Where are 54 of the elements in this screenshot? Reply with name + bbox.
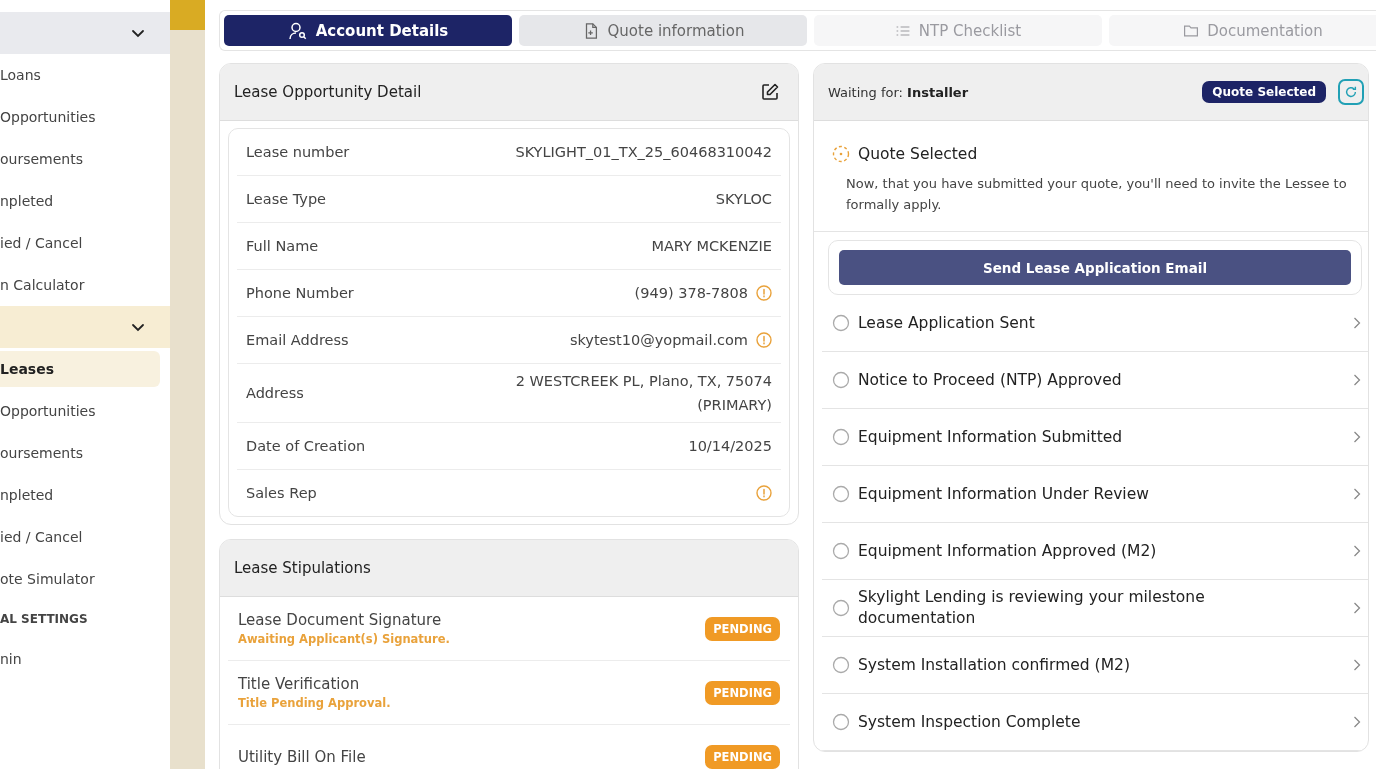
status-badge: PENDING: [705, 680, 780, 705]
sidebar-item[interactable]: Loans: [0, 54, 160, 96]
tab[interactable]: Quote information: [519, 15, 807, 46]
stipulation-note: Title Pending Approval.: [238, 696, 391, 710]
status-badge: Quote Selected: [1202, 81, 1326, 103]
field-value: (949) 378-7808: [634, 284, 748, 303]
checklist-step[interactable]: Equipment Information Under Review: [822, 466, 1368, 523]
field-label: Date of Creation: [246, 438, 366, 454]
card-title: Lease Stipulations: [234, 559, 371, 577]
status-badge: PENDING: [705, 616, 780, 641]
checklist-step[interactable]: System Inspection Complete: [822, 694, 1368, 751]
field-label: Phone Number: [246, 285, 354, 301]
sidebar-item[interactable]: ied / Cancel: [0, 222, 160, 264]
sidebar-item[interactable]: Opportunities: [0, 96, 160, 138]
waiting-text: Waiting for: Installer: [828, 84, 969, 100]
checklist-step[interactable]: Equipment Information Submitted: [822, 409, 1368, 466]
field-label: Lease number: [246, 144, 350, 160]
sidebar-item[interactable]: Opportunities: [0, 390, 160, 432]
field-label: Sales Rep: [246, 485, 317, 501]
stipulation-note: Awaiting Applicant(s) Signature.: [238, 632, 450, 646]
status-badge: PENDING: [705, 744, 780, 769]
tab[interactable]: Account Details: [224, 15, 512, 46]
field-value: 10/14/2025: [688, 437, 772, 456]
checklist-step[interactable]: Lease Application Sent: [822, 295, 1368, 352]
stipulation-title: Lease Document Signature: [238, 611, 443, 629]
step-title: Quote Selected: [858, 145, 978, 163]
checklist-step[interactable]: Skylight Lending is reviewing your milestone documentation: [822, 580, 1368, 637]
sidebar-item[interactable]: oursements: [0, 138, 160, 180]
sidebar-item[interactable]: ote Simulator: [0, 558, 160, 600]
stipulation-title: Title Verification: [238, 675, 361, 693]
checklist-step[interactable]: Notice to Proceed (NTP) Approved: [822, 352, 1368, 409]
field-value: 2 WESTCREEK PL, Plano, TX, 75074 (PRIMARY): [514, 372, 772, 415]
section-label: AL SETTINGS: [0, 611, 89, 628]
sidebar-item[interactable]: npleted: [0, 180, 160, 222]
sidebar-item[interactable]: Leases: [0, 351, 160, 387]
field-value: SKYLIGHT_01_TX_25_60468310042: [515, 143, 772, 162]
sidebar-item[interactable]: n Calculator: [0, 264, 160, 306]
sidebar-item[interactable]: nin: [0, 638, 160, 680]
card-title: Lease Opportunity Detail: [234, 83, 422, 101]
field-label: Email Address: [246, 332, 349, 348]
field-value: SKYLOC: [715, 190, 772, 209]
field-label: Address: [246, 385, 304, 401]
stipulation-title: Utility Bill On File: [238, 747, 366, 766]
field-value: MARY MCKENZIE: [651, 237, 772, 256]
sidebar-item[interactable]: npleted: [0, 474, 160, 516]
field-label: Lease Type: [246, 191, 327, 207]
send-email-button[interactable]: Send Lease Application Email: [839, 250, 1351, 285]
checklist-step[interactable]: Equipment Information Approved (M2): [822, 523, 1368, 580]
sidebar-item[interactable]: ied / Cancel: [0, 516, 160, 558]
sidebar-item[interactable]: oursements: [0, 432, 160, 474]
field-value: skytest10@yopmail.com: [569, 331, 748, 350]
checklist-step[interactable]: System Installation confirmed (M2): [822, 637, 1368, 694]
step-description: Now, that you have submitted your quote, you'll need to invite the Lessee to formally apply.: [846, 175, 1348, 214]
field-label: Full Name: [246, 238, 319, 254]
